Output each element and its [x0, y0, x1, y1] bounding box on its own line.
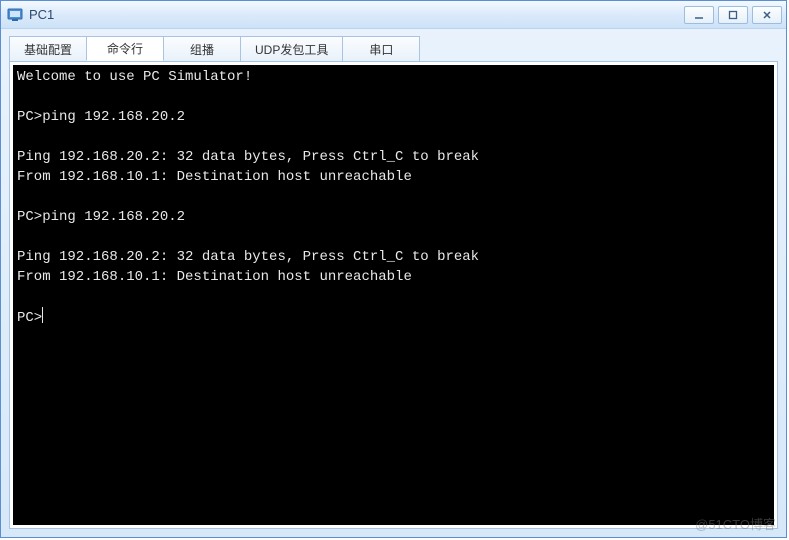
tab-label: 命令行 [107, 40, 143, 57]
titlebar: PC1 [1, 1, 786, 29]
window-controls [684, 6, 782, 24]
tab-label: 组播 [190, 41, 214, 58]
tab-basic-config[interactable]: 基础配置 [9, 36, 87, 61]
tab-udp-tool[interactable]: UDP发包工具 [240, 36, 343, 61]
tab-label: UDP发包工具 [255, 41, 328, 58]
tab-serial[interactable]: 串口 [342, 36, 420, 61]
app-window: PC1 基础配置 命令行 组播 UDP发包工具 串口 Welcome to us… [0, 0, 787, 538]
terminal[interactable]: Welcome to use PC Simulator! PC>ping 192… [13, 65, 774, 525]
tab-label: 基础配置 [24, 41, 72, 58]
tab-command-line[interactable]: 命令行 [86, 36, 164, 61]
client-area: 基础配置 命令行 组播 UDP发包工具 串口 Welcome to use PC… [1, 29, 786, 537]
tab-label: 串口 [369, 41, 393, 58]
terminal-cursor [42, 307, 43, 323]
minimize-button[interactable] [684, 6, 714, 24]
tab-multicast[interactable]: 组播 [163, 36, 241, 61]
maximize-button[interactable] [718, 6, 748, 24]
app-icon [7, 7, 23, 23]
tab-pane: Welcome to use PC Simulator! PC>ping 192… [9, 61, 778, 529]
tabstrip: 基础配置 命令行 组播 UDP发包工具 串口 [9, 35, 778, 61]
close-button[interactable] [752, 6, 782, 24]
window-title: PC1 [29, 7, 684, 22]
